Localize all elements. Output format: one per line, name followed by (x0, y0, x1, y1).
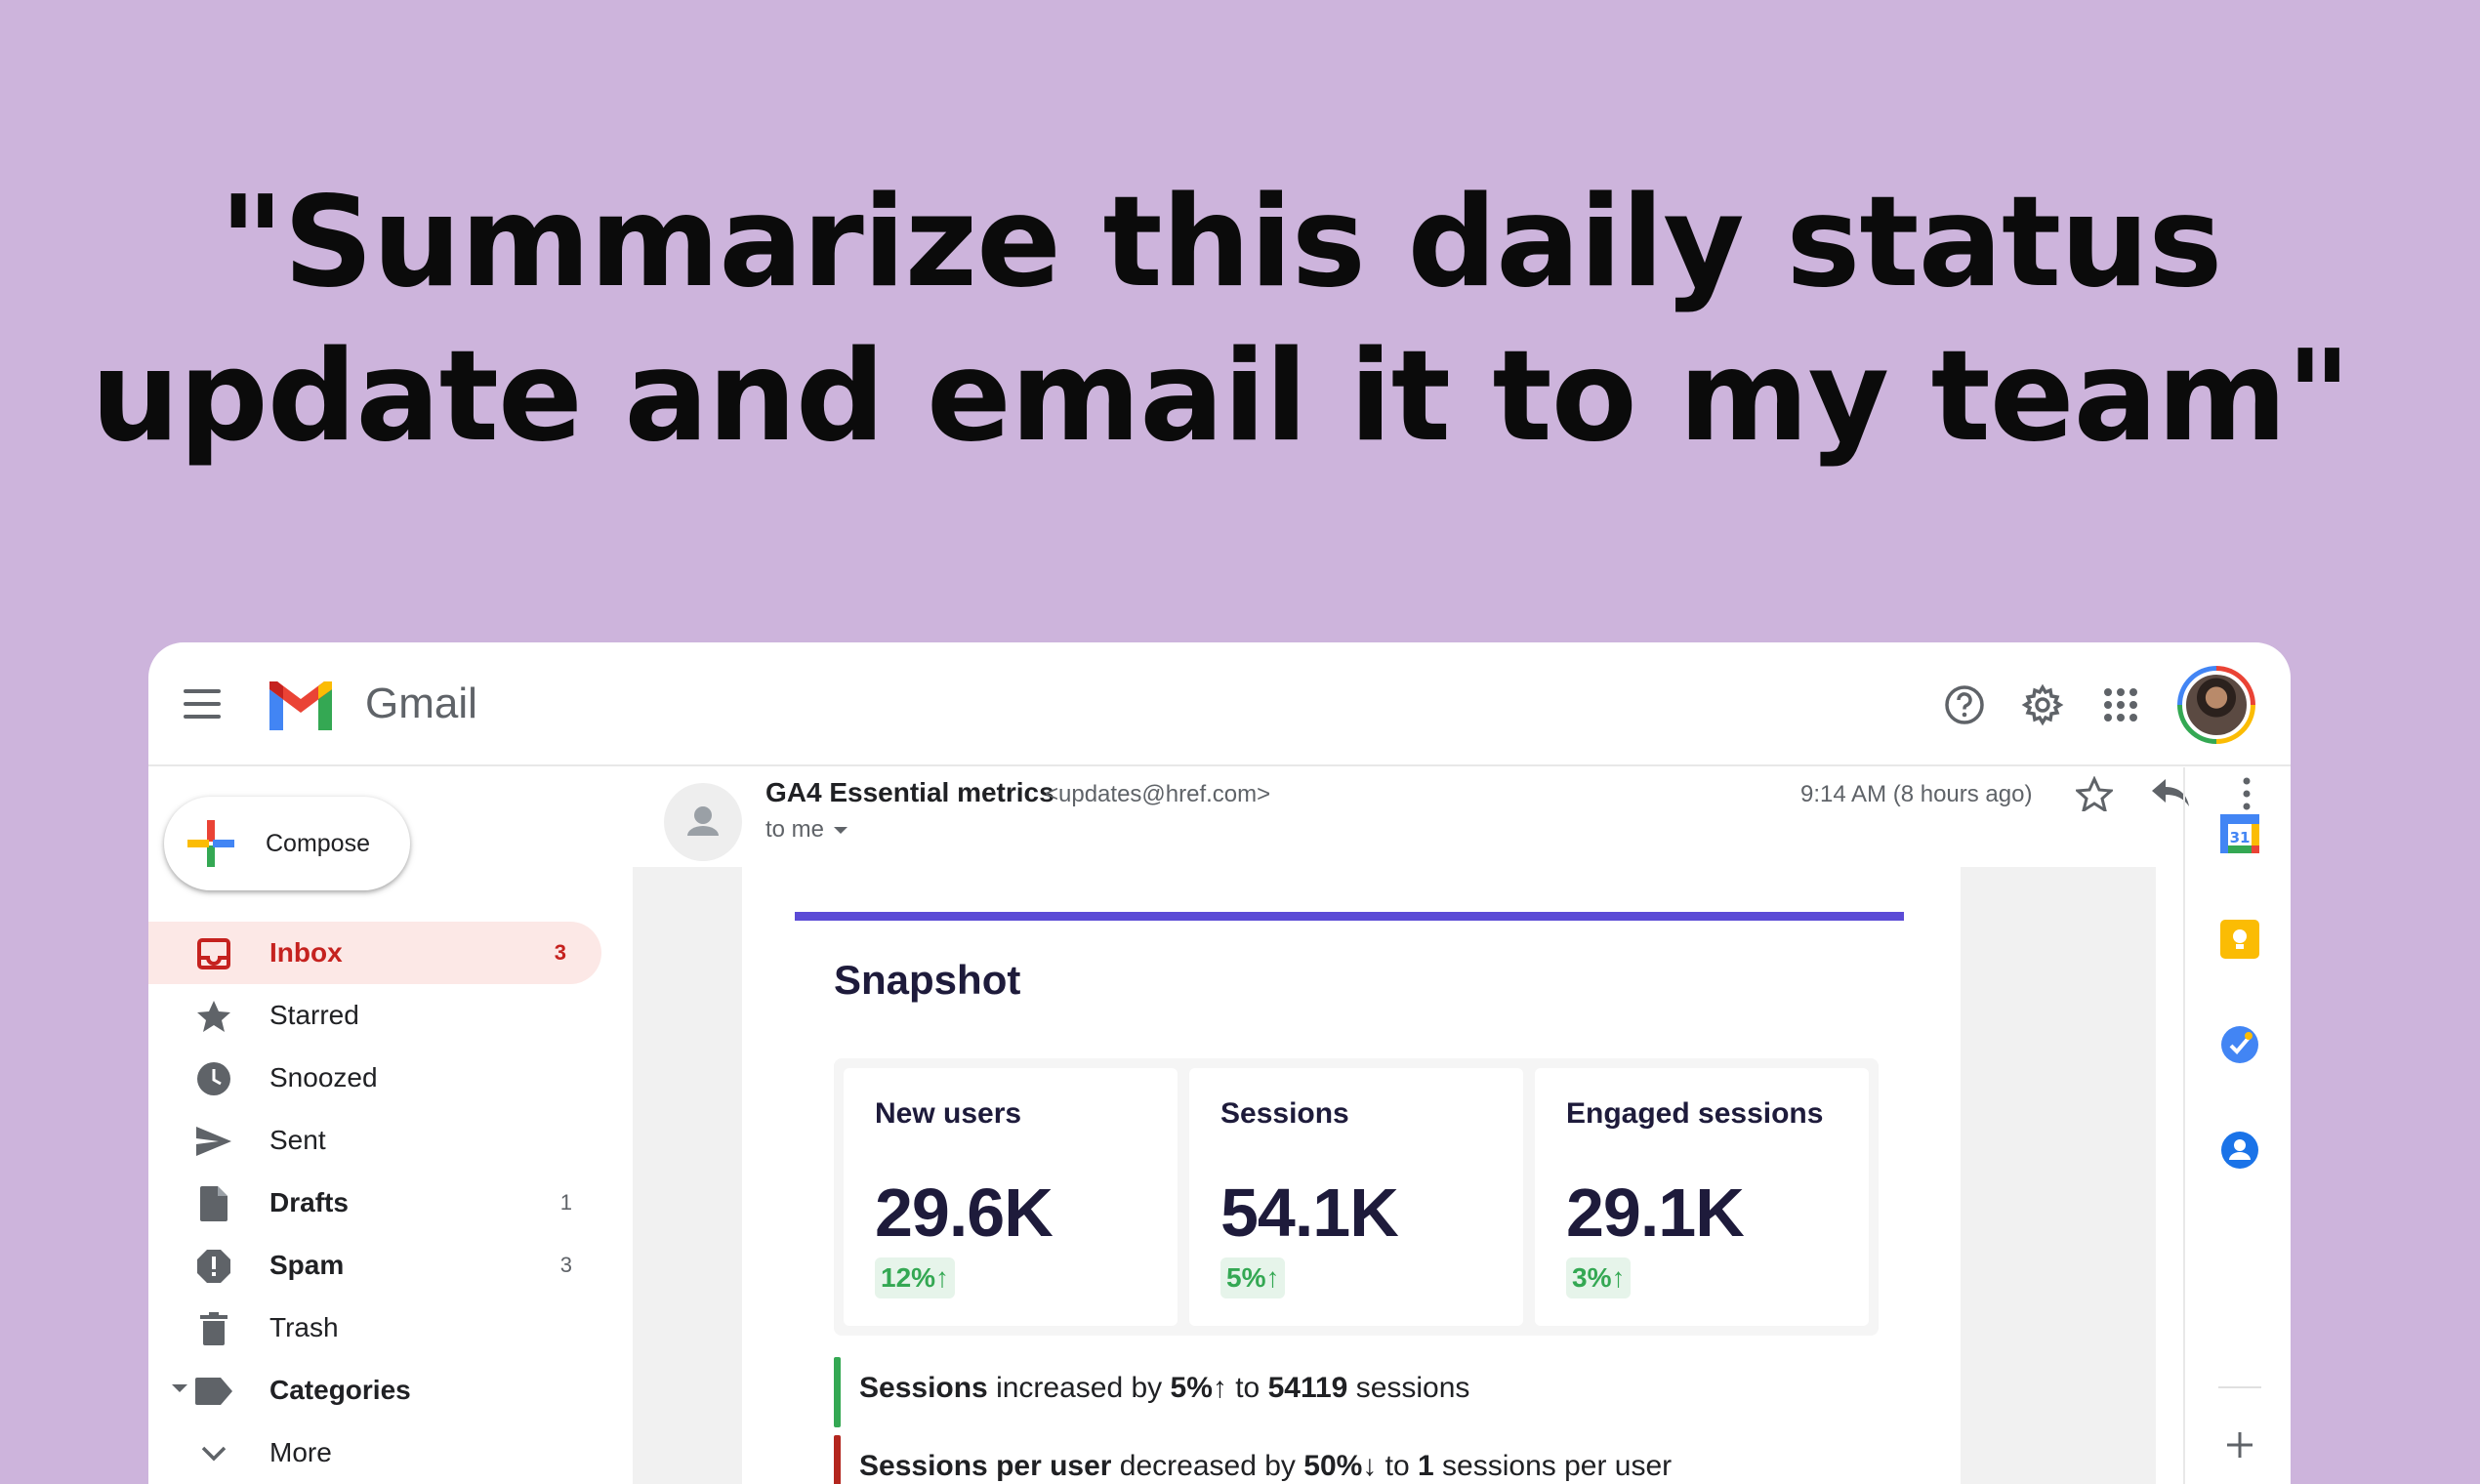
sidebar-item-label: Inbox (269, 937, 343, 968)
metric-card: Sessions 54.1K 5%↑ (1189, 1068, 1523, 1326)
rail-divider (2218, 1386, 2261, 1388)
metric-change-badge: 5%↑ (1220, 1257, 1286, 1298)
svg-text:31: 31 (2230, 829, 2251, 846)
draft-icon (195, 1185, 232, 1222)
insight-metric: Sessions (859, 1372, 988, 1404)
insight-to: to (1226, 1372, 1268, 1404)
app-name: Gmail (365, 680, 477, 727)
sidebar-item-label: Drafts (269, 1187, 349, 1217)
message-time: 9:14 AM (8 hours ago) (1800, 781, 2033, 807)
star-icon[interactable] (2074, 773, 2115, 814)
account-avatar[interactable] (2177, 666, 2255, 744)
sidebar-item-spam[interactable]: Spam 3 (148, 1234, 607, 1297)
sidebar-item-snoozed[interactable]: Snoozed (148, 1047, 607, 1109)
caret-down-icon (834, 827, 848, 835)
gmail-window: Gmail Compose Inbox 3 Starred Snoozed Se… (148, 642, 2291, 1484)
sidebar-item-label: Sent (269, 1125, 326, 1155)
insight-to: to (1377, 1450, 1419, 1482)
insight-indicator-bar (834, 1357, 841, 1427)
metric-value: 54.1K (1220, 1175, 1399, 1251)
insight-row: Sessions increased by 5%↑ to 54119 sessi… (834, 1357, 1908, 1427)
right-side-panel: 31 (2183, 767, 2291, 1484)
gmail-logo (269, 681, 332, 730)
compose-label: Compose (266, 829, 370, 857)
sender-email: <updates@href.com> (1045, 781, 1271, 807)
add-icon[interactable] (2218, 1423, 2261, 1466)
insight-percent: 50%↓ (1303, 1450, 1378, 1482)
sidebar-item-more[interactable]: More (148, 1422, 607, 1484)
insight-value: 1 (1418, 1450, 1434, 1482)
metric-card: Engaged sessions 29.1K 3%↑ (1535, 1068, 1869, 1326)
top-bar: Gmail (148, 642, 2291, 766)
headline: "Summarize this daily status update and … (0, 166, 2441, 474)
sidebar-item-inbox[interactable]: Inbox 3 (148, 922, 601, 984)
sidebar-item-drafts[interactable]: Drafts 1 (148, 1172, 607, 1234)
trash-icon (195, 1310, 232, 1347)
sidebar-item-starred[interactable]: Starred (148, 984, 607, 1047)
metric-label: Sessions (1220, 1097, 1349, 1130)
sidebar-item-categories[interactable]: Categories (148, 1359, 607, 1422)
top-right-icons (1943, 666, 2255, 744)
tasks-icon[interactable] (2218, 1023, 2261, 1066)
spam-icon (195, 1248, 232, 1285)
inbox-icon (195, 935, 232, 972)
insight-value: 54119 (1267, 1372, 1348, 1404)
metric-change-badge: 12%↑ (875, 1257, 956, 1298)
email-accent-bar (795, 912, 1904, 921)
insight-metric: Sessions per user (859, 1450, 1112, 1482)
person-icon (687, 806, 719, 836)
nav-list: Inbox 3 Starred Snoozed Sent Drafts 1 Sp… (148, 922, 607, 1484)
help-icon[interactable] (1943, 683, 1986, 726)
sidebar-item-label: Snoozed (269, 1062, 378, 1092)
insights-list: Sessions increased by 5%↑ to 54119 sessi… (834, 1357, 1908, 1484)
chevron-down-icon (195, 1435, 232, 1472)
sidebar-item-label: Spam (269, 1250, 345, 1280)
sidebar-item-count: 3 (554, 940, 566, 965)
sidebar-item-count: 3 (559, 1253, 572, 1277)
sidebar-item-sent[interactable]: Sent (148, 1109, 607, 1172)
apps-grid-icon[interactable] (2099, 683, 2142, 726)
settings-icon[interactable] (2021, 683, 2064, 726)
sidebar: Compose Inbox 3 Starred Snoozed Sent Dra… (148, 767, 607, 1484)
metric-value: 29.6K (875, 1175, 1054, 1251)
expand-caret-icon[interactable] (172, 1384, 187, 1392)
insight-verb: increased by (987, 1372, 1171, 1404)
sidebar-item-label: More (269, 1437, 332, 1467)
star-icon (195, 998, 232, 1035)
insight-unit: sessions per user (1433, 1450, 1673, 1482)
compose-button[interactable]: Compose (164, 797, 410, 890)
insight-indicator-bar (834, 1435, 841, 1484)
insight-verb: decreased by (1111, 1450, 1304, 1482)
sender-name: GA4 Essential metrics (765, 777, 1054, 807)
calendar-icon[interactable]: 31 (2218, 812, 2261, 855)
contacts-icon[interactable] (2218, 1129, 2261, 1172)
section-title: Snapshot (834, 957, 1021, 1003)
menu-icon[interactable] (184, 689, 221, 719)
headline-line-2: update and email it to my team" (91, 324, 2351, 470)
clock-icon (195, 1060, 232, 1097)
keep-icon[interactable] (2218, 918, 2261, 961)
headline-line-1: "Summarize this daily status (219, 170, 2223, 315)
sender-avatar (664, 783, 742, 861)
recipient-details-toggle[interactable]: to me (765, 816, 848, 844)
metric-value: 29.1K (1566, 1175, 1745, 1251)
send-icon (195, 1123, 232, 1160)
metric-label: New users (875, 1097, 1022, 1130)
sidebar-item-count: 1 (559, 1190, 572, 1215)
insight-unit: sessions (1347, 1372, 1470, 1404)
insight-row: Sessions per user decreased by 50%↓ to 1… (834, 1435, 1908, 1484)
sidebar-item-label: Trash (269, 1312, 339, 1342)
label-icon (195, 1373, 232, 1410)
insight-percent: 5%↑ (1170, 1372, 1227, 1404)
message-header: GA4 Essential metrics <updates@href.com>… (664, 776, 2251, 885)
metrics-row: New users 29.6K 12%↑ Sessions 54.1K 5%↑ … (834, 1058, 1879, 1336)
metric-label: Engaged sessions (1566, 1097, 1824, 1130)
sidebar-item-label: Categories (269, 1375, 411, 1405)
recipient-label: to me (765, 816, 825, 843)
sidebar-item-trash[interactable]: Trash (148, 1297, 607, 1359)
metric-change-badge: 3%↑ (1566, 1257, 1632, 1298)
compose-plus-icon (187, 820, 234, 867)
sidebar-item-label: Starred (269, 1000, 359, 1030)
metric-card: New users 29.6K 12%↑ (844, 1068, 1178, 1326)
